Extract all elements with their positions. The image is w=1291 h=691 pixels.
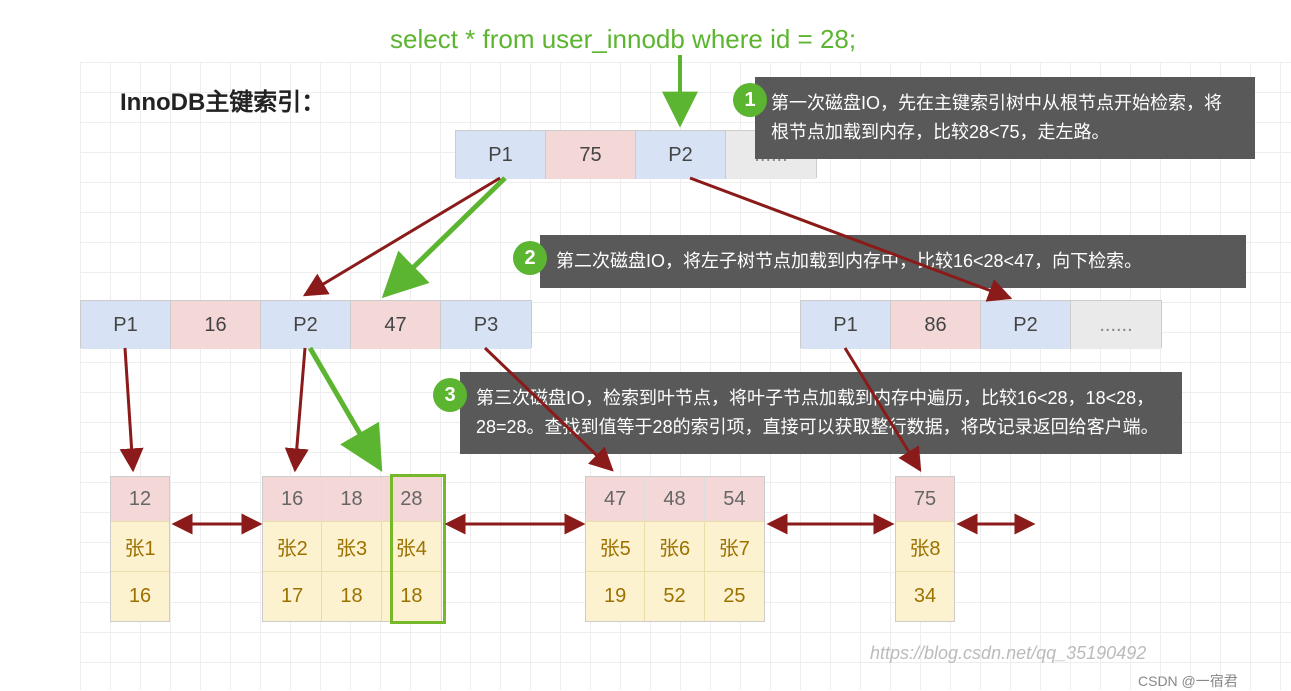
clip: [0, 0, 80, 690]
leaf-key: 54: [705, 477, 764, 521]
pointer: P2: [261, 301, 351, 349]
watermark-url: https://blog.csdn.net/qq_35190492: [870, 643, 1146, 664]
leaf-name: 张1: [111, 521, 169, 571]
step-3-box: 第三次磁盘IO，检索到叶节点，将叶子节点加载到内存中遍历，比较16<28，18<…: [460, 372, 1182, 454]
leaf-key: 12: [111, 477, 169, 521]
leaf-key: 48: [645, 477, 704, 521]
pointer: P2: [981, 301, 1071, 349]
key: 16: [171, 301, 261, 349]
leaf-node-3: 47 48 54 张5 张6 张7 19 52 25: [585, 476, 765, 622]
step-2-box: 第二次磁盘IO，将左子树节点加载到内存中，比较16<28<47，向下检索。: [540, 235, 1246, 288]
key: 86: [891, 301, 981, 349]
pointer: P1: [801, 301, 891, 349]
watermark-author: CSDN @一宿君: [1138, 671, 1238, 691]
leaf-name: 张5: [586, 521, 645, 571]
highlight-found-record: [390, 474, 446, 624]
more: ......: [1071, 301, 1161, 349]
leaf-key: 47: [586, 477, 645, 521]
section-title: InnoDB主键索引：: [120, 82, 325, 117]
leaf-val: 19: [586, 571, 645, 621]
step-badge-3: 3: [433, 378, 467, 412]
leaf-val: 25: [705, 571, 764, 621]
leaf-val: 52: [645, 571, 704, 621]
btree-internal-right: P1 86 P2 ......: [800, 300, 1162, 348]
step-badge-2: 2: [513, 241, 547, 275]
step-1-box: 第一次磁盘IO，先在主键索引树中从根节点开始检索，将根节点加载到内存，比较28<…: [755, 77, 1255, 159]
leaf-node-1: 12 张1 16: [110, 476, 170, 622]
btree-internal-left: P1 16 P2 47 P3: [80, 300, 532, 348]
pointer: P1: [81, 301, 171, 349]
leaf-key: 18: [322, 477, 381, 521]
leaf-name: 张3: [322, 521, 381, 571]
leaf-name: 张8: [896, 521, 954, 571]
leaf-val: 34: [896, 571, 954, 621]
leaf-key: 16: [263, 477, 322, 521]
leaf-val: 17: [263, 571, 322, 621]
leaf-name: 张6: [645, 521, 704, 571]
key: 75: [546, 131, 636, 179]
leaf-val: 18: [322, 571, 381, 621]
leaf-key: 75: [896, 477, 954, 521]
leaf-node-4: 75 张8 34: [895, 476, 955, 622]
leaf-val: 16: [111, 571, 169, 621]
step-badge-1: 1: [733, 83, 767, 117]
pointer: P1: [456, 131, 546, 179]
key: 47: [351, 301, 441, 349]
pointer: P3: [441, 301, 531, 349]
sql-query: select * from user_innodb where id = 28;: [390, 24, 856, 55]
leaf-name: 张7: [705, 521, 764, 571]
leaf-name: 张2: [263, 521, 322, 571]
pointer: P2: [636, 131, 726, 179]
